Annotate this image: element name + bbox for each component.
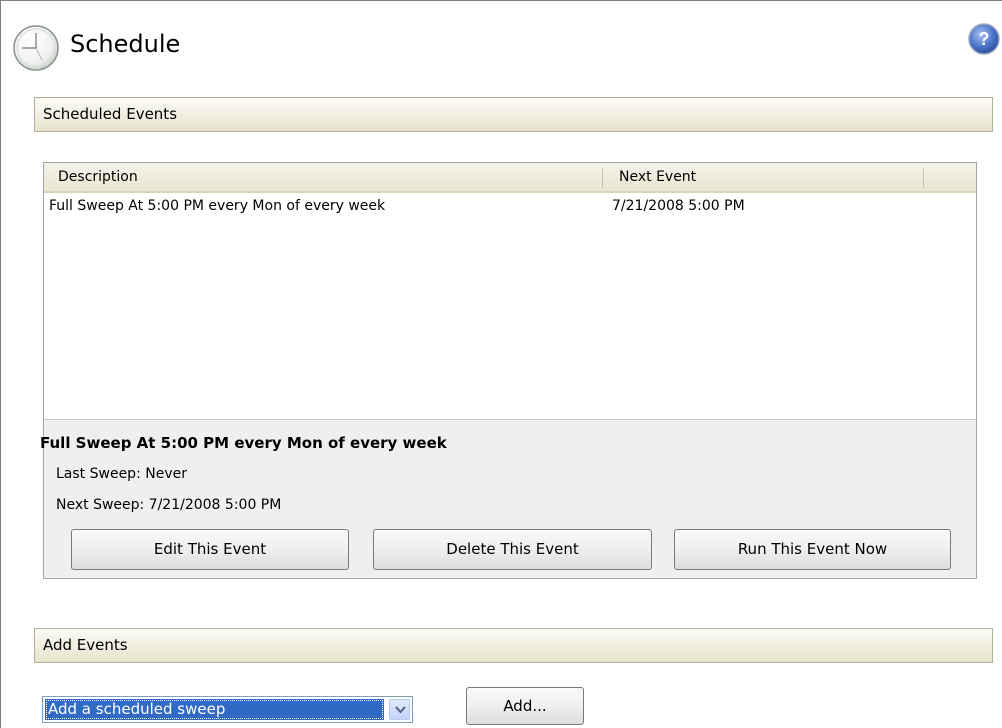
help-icon[interactable]: ? bbox=[967, 22, 1001, 56]
select-selected-value: Add a scheduled sweep bbox=[45, 699, 384, 720]
events-list[interactable]: Full Sweep At 5:00 PM every Mon of every… bbox=[44, 193, 976, 420]
next-sweep-text: Next Sweep: 7/21/2008 5:00 PM bbox=[56, 497, 282, 513]
chevron-down-icon[interactable] bbox=[389, 699, 410, 720]
column-header-description[interactable]: Description bbox=[58, 163, 138, 191]
delete-event-button[interactable]: Delete This Event bbox=[373, 529, 652, 570]
svg-text:?: ? bbox=[979, 29, 990, 49]
events-list-header: Description Next Event bbox=[44, 163, 976, 193]
edit-event-button[interactable]: Edit This Event bbox=[71, 529, 349, 570]
event-next-cell: 7/21/2008 5:00 PM bbox=[612, 198, 745, 214]
last-sweep-text: Last Sweep: Never bbox=[56, 466, 187, 482]
scheduled-events-panel: Description Next Event Full Sweep At 5:0… bbox=[43, 162, 977, 579]
scheduled-events-header: Scheduled Events bbox=[34, 97, 993, 132]
page-title: Schedule bbox=[70, 30, 181, 58]
event-description-cell: Full Sweep At 5:00 PM every Mon of every… bbox=[49, 198, 386, 214]
sweep-type-select[interactable]: Add a scheduled sweep bbox=[42, 696, 413, 723]
column-separator[interactable] bbox=[602, 168, 603, 188]
add-event-button[interactable]: Add... bbox=[466, 687, 584, 725]
table-row[interactable]: Full Sweep At 5:00 PM every Mon of every… bbox=[44, 195, 976, 217]
column-separator[interactable] bbox=[923, 168, 924, 188]
column-header-next-event[interactable]: Next Event bbox=[619, 163, 696, 191]
clock-icon bbox=[12, 24, 60, 72]
add-events-header: Add Events bbox=[34, 628, 993, 663]
run-event-button[interactable]: Run This Event Now bbox=[674, 529, 951, 570]
event-detail-title: Full Sweep At 5:00 PM every Mon of every… bbox=[40, 434, 447, 452]
